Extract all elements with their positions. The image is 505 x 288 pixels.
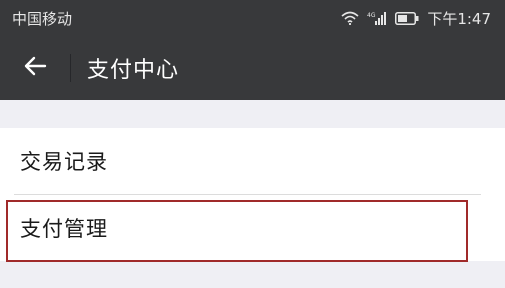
menu-list: 交易记录 支付管理 xyxy=(0,128,505,261)
network-type-label: 4G xyxy=(367,12,376,19)
battery-icon xyxy=(395,11,419,25)
menu-item-transaction-records[interactable]: 交易记录 xyxy=(0,128,505,194)
status-icons: 4G 下午1:47 xyxy=(341,8,491,29)
carrier-label: 中国移动 xyxy=(12,9,73,28)
wifi-icon xyxy=(341,11,359,25)
arrow-left-icon xyxy=(23,56,47,80)
status-bar: 中国移动 4G 下午1:47 xyxy=(0,0,505,36)
menu-item-label: 交易记录 xyxy=(20,150,108,174)
title-divider xyxy=(70,54,71,82)
clock-label: 下午1:47 xyxy=(427,9,491,28)
back-button[interactable] xyxy=(0,36,70,100)
title-bar: 支付中心 xyxy=(0,36,505,100)
menu-item-payment-management[interactable]: 支付管理 xyxy=(0,195,505,261)
page-title: 支付中心 xyxy=(87,58,180,83)
signal-icon: 4G xyxy=(367,11,387,25)
menu-item-label: 支付管理 xyxy=(20,217,108,241)
